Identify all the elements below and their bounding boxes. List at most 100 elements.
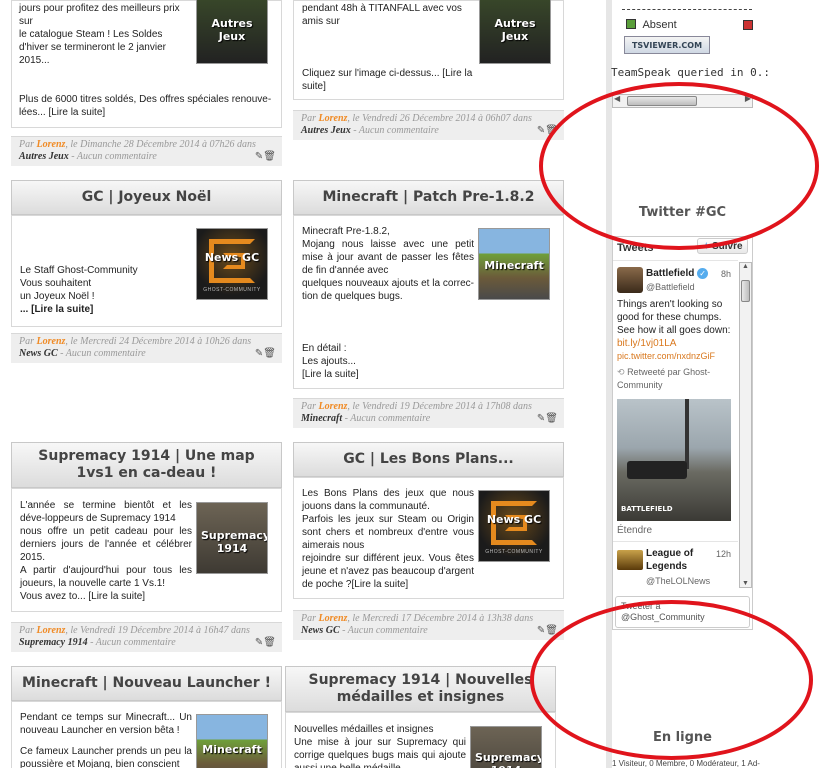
post-excerpt: Les Bons Plans des jeux que nous jouons … — [302, 487, 474, 591]
post-paragraph: un Joyeux Noël ! — [20, 291, 95, 302]
meta-prefix: Par — [19, 625, 34, 636]
read-more-link[interactable]: [Lire la suite] — [302, 368, 474, 381]
post-thumbnail-titanfall[interactable]: Autres Jeux — [479, 0, 551, 64]
meta-prefix: Par — [301, 401, 316, 412]
category-link[interactable]: Autres Jeux — [19, 151, 69, 162]
post-paragraph: quelques nouveaux ajouts et la correc-ti… — [302, 278, 474, 302]
author-link[interactable]: Lorenz — [319, 613, 348, 624]
read-more-link[interactable]: rejoindre sur différent jeux. Vous êtes … — [302, 552, 474, 591]
ts-status-text: Absent — [642, 19, 677, 31]
tweets-divider — [613, 260, 738, 261]
author-link[interactable]: Lorenz — [37, 139, 66, 150]
read-more-link[interactable]: Cliquez sur l'image ci-dessus... [Lire l… — [302, 67, 474, 93]
tweet-media-link[interactable]: pic.twitter.com/nxdnzGiF — [617, 351, 715, 361]
post-thumbnail-news-gc[interactable]: News GC GHOST-COMMUNITY — [478, 490, 550, 562]
tweet-image-label: BATTLEFIELD — [621, 505, 673, 513]
post-date: , le Dimanche 28 Décembre 2014 à 07h26 d… — [65, 139, 256, 150]
scroll-down-arrow-icon[interactable]: ▼ — [742, 580, 749, 587]
read-more-link[interactable]: ... [Lire la suite] — [20, 303, 192, 316]
post-title[interactable]: Minecraft | Nouveau Launcher ! — [11, 666, 282, 701]
tweets-vertical-scrollbar[interactable]: ▲ ▼ — [739, 262, 752, 588]
author-link[interactable]: Lorenz — [37, 336, 66, 347]
category-link[interactable]: Supremacy 1914 — [19, 637, 88, 648]
post-title[interactable]: Supremacy 1914 | Nouvelles médailles et … — [285, 666, 556, 712]
ts-flag-icon — [743, 20, 753, 30]
post-meta: Par Lorenz, le Vendredi 19 Décembre 2014… — [11, 622, 282, 652]
edit-delete-icons[interactable]: ✎🗑 — [255, 151, 276, 163]
thumbnail-label: News GC — [486, 513, 542, 526]
read-more-link[interactable]: Vous avez to... [Lire la suite] — [20, 590, 192, 603]
post-title[interactable]: GC | Joyeux Noël — [11, 180, 282, 215]
tweet-link[interactable]: bit.ly/1vj01LA — [617, 338, 676, 349]
edit-delete-icons[interactable]: ✎🗑 — [255, 637, 276, 649]
comments-link[interactable]: - Aucun commentaire — [342, 625, 428, 636]
post-paragraph: Vous souhaitent — [20, 278, 92, 289]
edit-delete-icons[interactable]: ✎🗑 — [537, 413, 558, 425]
author-link[interactable]: Lorenz — [319, 401, 348, 412]
tweet-body-text: Things aren't looking so good for these … — [617, 299, 731, 336]
post-title[interactable]: GC | Les Bons Plans... — [293, 442, 564, 477]
edit-delete-icons[interactable]: ✎🗑 — [255, 348, 276, 360]
post-thumbnail-news-gc[interactable]: News GC GHOST-COMMUNITY — [196, 228, 268, 300]
tweet-handle[interactable]: @TheLOLNews — [646, 576, 710, 586]
read-more-link[interactable]: Plus de 6000 titres soldés, Des offres s… — [19, 93, 274, 119]
scroll-up-arrow-icon[interactable]: ▲ — [742, 263, 749, 270]
post-excerpt-more: En détail : Les ajouts... [Lire la suite… — [302, 342, 474, 381]
author-link[interactable]: Lorenz — [319, 113, 348, 124]
meta-prefix: Par — [19, 139, 34, 150]
thumbnail-sublabel: GHOST-COMMUNITY — [203, 287, 261, 293]
post-meta: Par Lorenz, le Vendredi 19 Décembre 2014… — [293, 398, 564, 428]
post-date: , le Vendredi 19 Décembre 2014 à 17h08 d… — [347, 401, 532, 412]
post-thumbnail-minecraft[interactable]: Minecraft — [196, 714, 268, 768]
ts-divider — [622, 9, 752, 10]
post-thumbnail-autres-jeux[interactable]: Autres Jeux — [196, 0, 268, 64]
tweet-avatar[interactable] — [617, 550, 643, 570]
ts-queried-text: TeamSpeak queried in 0.: — [611, 66, 770, 79]
verified-badge-icon: ✓ — [697, 268, 709, 279]
post-excerpt: L'année se termine bientôt et les déve-l… — [20, 499, 192, 603]
post-paragraph: A partir d'aujourd'hui pour tous les jou… — [20, 565, 192, 589]
post-paragraph: Mojang nous laisse avec une petit mise à… — [302, 239, 474, 276]
tweet-avatar[interactable] — [617, 267, 643, 293]
post-meta: Par Lorenz, le Mercredi 24 Décembre 2014… — [11, 333, 282, 363]
tweet-time[interactable]: 12h — [716, 549, 731, 559]
comments-link[interactable]: - Aucun commentaire — [71, 151, 157, 162]
tweet-author-name[interactable]: League of Legends — [646, 547, 706, 573]
post-paragraph: le catalogue Steam ! Les Soldes d'hiver … — [19, 29, 166, 66]
tweet-handle[interactable]: @Battlefield — [646, 282, 695, 292]
author-link[interactable]: Lorenz — [37, 625, 66, 636]
post-excerpt: Le Staff Ghost-Community Vous souhaitent… — [20, 264, 192, 316]
tsviewer-label: TSVIEWER.COM — [631, 40, 703, 50]
category-link[interactable]: Autres Jeux — [301, 125, 351, 136]
category-link[interactable]: Minecraft — [301, 413, 342, 424]
tsviewer-badge[interactable]: TSVIEWER.COM — [624, 36, 710, 54]
tweet-author-name[interactable]: Battlefield — [646, 268, 694, 279]
thumbnail-label: News GC — [204, 251, 260, 264]
post-paragraph: L'année se termine bientôt et les déve-l… — [20, 500, 192, 524]
category-link[interactable]: News GC — [19, 348, 58, 359]
tweets-scroll-thumb[interactable] — [741, 280, 750, 302]
tweet-image[interactable]: BATTLEFIELD — [617, 399, 731, 521]
post-excerpt: jours pour profitez des meilleurs prix s… — [19, 2, 191, 67]
comments-link[interactable]: - Aucun commentaire — [345, 413, 431, 424]
expand-tweet-link[interactable]: Étendre — [617, 525, 652, 536]
post-title[interactable]: Supremacy 1914 | Une map 1vs1 en ca-deau… — [11, 442, 282, 488]
meta-prefix: Par — [19, 336, 34, 347]
post-title[interactable]: Minecraft | Patch Pre-1.8.2 — [293, 180, 564, 215]
comments-link[interactable]: - Aucun commentaire — [90, 637, 176, 648]
comments-link[interactable]: - Aucun commentaire — [60, 348, 146, 359]
category-link[interactable]: News GC — [301, 625, 340, 636]
post-date: , le Vendredi 19 Décembre 2014 à 16h47 d… — [65, 625, 250, 636]
tweet-author[interactable]: Battlefield ✓ — [646, 268, 709, 279]
post-date: , le Mercredi 24 Décembre 2014 à 10h26 d… — [65, 336, 252, 347]
thumbnail-label: Autres Jeux — [494, 17, 536, 43]
post-paragraph: Une mise à jour sur Supremacy qui corrig… — [294, 737, 466, 768]
post-paragraph: jours pour profitez des meilleurs prix s… — [19, 3, 180, 27]
post-thumbnail-supremacy[interactable]: Supremacy 1914 — [470, 726, 542, 768]
comments-link[interactable]: - Aucun commentaire — [353, 125, 439, 136]
post-thumbnail-minecraft[interactable]: Minecraft — [478, 228, 550, 300]
tweet-time[interactable]: 8h — [721, 269, 731, 279]
thumbnail-label: Autres Jeux — [211, 17, 253, 43]
post-thumbnail-supremacy[interactable]: Supremacy 1914 — [196, 502, 268, 574]
post-paragraph: nous offre un petit cadeau pour les dern… — [20, 526, 192, 563]
